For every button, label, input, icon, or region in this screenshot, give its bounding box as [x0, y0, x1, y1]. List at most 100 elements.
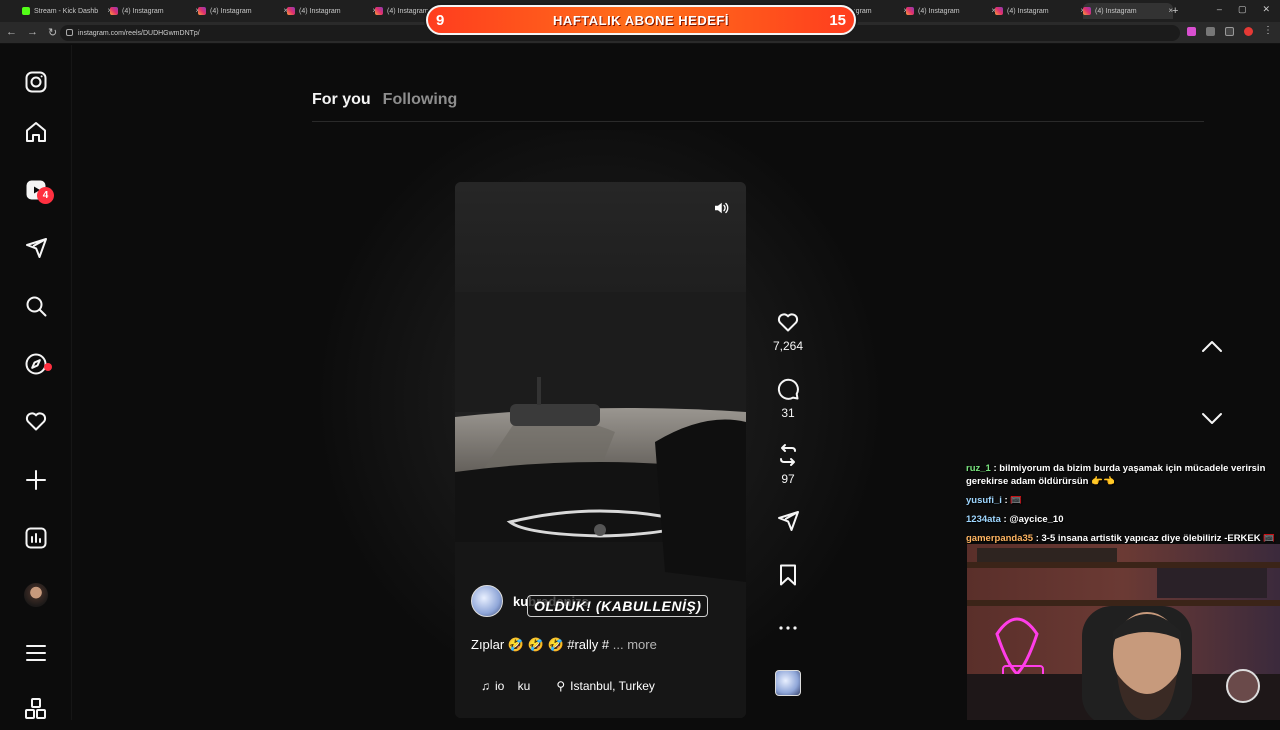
- browser-tab-label: (4) Instagram: [1007, 7, 1049, 15]
- window-controls: – ▢ ✕: [1217, 4, 1270, 15]
- caption-text: Zıplar 🤣 🤣 🤣 #rally #: [471, 637, 610, 652]
- repost-count[interactable]: 97: [772, 472, 804, 486]
- search-icon[interactable]: [22, 292, 50, 320]
- tab-for-you[interactable]: For you: [312, 91, 371, 109]
- also-from-meta-icon[interactable]: [22, 695, 50, 723]
- url-text: instagram.com/reels/DUDHGwmDNTp/: [78, 29, 200, 37]
- heart-icon[interactable]: [776, 310, 800, 334]
- save-action: [772, 563, 804, 587]
- extension-icon[interactable]: [1187, 27, 1196, 36]
- like-action: 7,264: [772, 310, 804, 353]
- browser-tab[interactable]: (4) Instagram×: [198, 3, 288, 19]
- location-name: Istanbul, Turkey: [570, 679, 655, 693]
- browser-tab-label: Stream - Kick Dashb: [34, 7, 99, 15]
- chat-username: yusufi_i: [966, 495, 1002, 506]
- instagram-icon: [906, 7, 914, 15]
- caption-more-link[interactable]: ... more: [613, 637, 657, 652]
- browser-tab[interactable]: (4) Instagram×: [1083, 3, 1173, 19]
- next-reel-button[interactable]: [1198, 405, 1226, 433]
- chevron-up-icon: [1202, 341, 1222, 352]
- like-count[interactable]: 7,264: [772, 339, 804, 353]
- instagram-icon: [110, 7, 118, 15]
- chat-text: bilmiyorum da bizim burda yaşamak için m…: [966, 463, 1266, 487]
- home-icon[interactable]: [22, 118, 50, 146]
- share-icon[interactable]: [776, 509, 800, 533]
- close-window-button[interactable]: ✕: [1262, 4, 1270, 15]
- extensions-puzzle-icon[interactable]: [1206, 27, 1215, 36]
- reel-caption: Zıplar 🤣 🤣 🤣 #rally # ... more: [471, 637, 657, 653]
- chat-message: 1234ata : @aycice_10: [966, 513, 1276, 526]
- previous-reel-button[interactable]: [1198, 332, 1226, 360]
- reel-meta: ♫ io ku ⚲ Istanbul, Turkey: [481, 679, 655, 693]
- browser-tab[interactable]: Stream - Kick Dashb×: [22, 3, 112, 19]
- tab-following[interactable]: Following: [383, 91, 458, 109]
- create-icon[interactable]: [22, 466, 50, 494]
- chat-username: gamerpanda35: [966, 533, 1034, 544]
- comment-count[interactable]: 31: [772, 406, 804, 420]
- messages-icon[interactable]: [22, 234, 50, 262]
- bookmark-icon[interactable]: [776, 563, 800, 587]
- reload-icon[interactable]: ↻: [48, 26, 57, 39]
- browser-tab-label: (4) Instagram: [387, 7, 429, 15]
- browser-tab-label: (4) Instagram: [1095, 7, 1137, 15]
- browser-tab[interactable]: (4) Instagram×: [110, 3, 200, 19]
- instagram-sidebar: [0, 45, 72, 720]
- notification-dot: [44, 363, 52, 371]
- instagram-icon: [995, 7, 1003, 15]
- browser-tab-label: (4) Instagram: [122, 7, 164, 15]
- profile-icon[interactable]: [1244, 27, 1253, 36]
- minimize-button[interactable]: –: [1217, 4, 1222, 15]
- location-link[interactable]: ⚲ Istanbul, Turkey: [556, 679, 655, 693]
- navigation-buttons: ← → ↻: [6, 26, 57, 39]
- author-avatar[interactable]: [471, 585, 503, 617]
- goal-current-count: 9: [436, 12, 445, 29]
- browser-tab[interactable]: (4) Instagram×: [287, 3, 377, 19]
- reel-video[interactable]: kubradenizs OLDUK! (KABULLENİŞ) Zıplar 🤣…: [455, 182, 746, 718]
- browser-tab[interactable]: (4) Instagram×: [906, 3, 996, 19]
- browser-tab-label: (4) Instagram: [299, 7, 341, 15]
- instagram-logo-icon[interactable]: [22, 68, 50, 96]
- chat-separator: :: [990, 463, 1000, 474]
- site-info-icon[interactable]: [66, 29, 73, 36]
- chevron-down-icon: [1202, 413, 1222, 424]
- extension-icons: ⋮: [1187, 26, 1273, 36]
- repost-icon[interactable]: [776, 443, 800, 467]
- chat-text: 3-5 insana artistik yapıcaz diye ölebili…: [1041, 533, 1276, 544]
- forward-icon[interactable]: →: [27, 26, 38, 39]
- more-options-icon[interactable]: [776, 616, 800, 640]
- subscriber-goal-banner: 9 HAFTALIK ABONE HEDEFİ 15: [426, 5, 856, 35]
- chat-text: @aycice_10: [1009, 514, 1064, 525]
- chat-username: ruz_1: [966, 463, 991, 474]
- chat-username: 1234ata: [966, 514, 1001, 525]
- dashboard-icon[interactable]: [22, 524, 50, 552]
- new-tab-button[interactable]: +: [1172, 3, 1178, 19]
- share-action: [772, 509, 804, 533]
- audio-link[interactable]: ♫ io ku: [481, 679, 530, 693]
- instagram-icon: [287, 7, 295, 15]
- comment-icon[interactable]: [776, 377, 800, 401]
- browser-tab-label: (4) Instagram: [210, 7, 252, 15]
- streamer-webcam: [967, 544, 1280, 720]
- goal-title: HAFTALIK ABONE HEDEFİ: [553, 12, 729, 28]
- chat-text: 🥅: [1010, 495, 1023, 506]
- instagram-icon: [198, 7, 206, 15]
- comment-action: 31: [772, 377, 804, 420]
- feed-divider: [312, 121, 1204, 122]
- more-action: [772, 616, 804, 640]
- browser-tab[interactable]: (4) Instagram×: [995, 3, 1085, 19]
- feed-tabs: For you Following: [312, 91, 457, 109]
- sidepanel-icon[interactable]: [1225, 27, 1234, 36]
- browser-menu-icon[interactable]: ⋮: [1263, 26, 1273, 36]
- menu-icon[interactable]: [22, 639, 50, 667]
- back-icon[interactable]: ←: [6, 26, 17, 39]
- kick-icon: [22, 7, 30, 15]
- browser-tab-label: (4) Instagram: [918, 7, 960, 15]
- notifications-icon[interactable]: [22, 407, 50, 435]
- maximize-button[interactable]: ▢: [1238, 4, 1247, 15]
- chat-separator: :: [1033, 533, 1042, 544]
- instagram-icon: [1083, 7, 1091, 15]
- music-note-icon: ♫: [481, 679, 490, 693]
- audio-thumbnail[interactable]: [775, 670, 801, 696]
- volume-icon[interactable]: [709, 196, 733, 220]
- profile-avatar[interactable]: [24, 583, 48, 607]
